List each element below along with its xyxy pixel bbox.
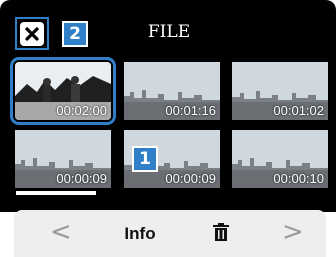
thumbnail-duration: 00:00:10 <box>273 171 324 186</box>
thumbnail-duration: 00:01:16 <box>165 103 216 118</box>
thumbnail-item[interactable]: 00:02:00 <box>10 57 116 125</box>
close-icon <box>20 21 44 46</box>
callout-badge-2: 2 <box>62 21 88 47</box>
thumbnail-item[interactable]: 00:01:16 <box>124 62 220 120</box>
close-button[interactable] <box>15 17 49 50</box>
trash-icon[interactable] <box>212 222 230 242</box>
info-button[interactable]: Info <box>118 224 162 244</box>
scroll-indicator[interactable] <box>16 191 96 195</box>
thumbnail-duration: 00:00:09 <box>165 171 216 186</box>
bottom-toolbar: < Info > <box>14 210 326 257</box>
thumbnail-duration: 00:02:00 <box>56 103 107 118</box>
thumbnail-grid: 00:02:00 00:01:16 00:01:02 00:00:09 00:0… <box>0 57 336 212</box>
thumbnail-duration: 00:00:09 <box>56 171 107 186</box>
thumbnail-item[interactable]: 00:00:10 <box>232 130 328 188</box>
thumbnail-duration: 00:01:02 <box>273 103 324 118</box>
chevron-right-icon[interactable]: > <box>282 217 304 247</box>
thumbnail-item[interactable]: 00:01:02 <box>232 62 328 120</box>
top-bar: 2 FILE <box>0 0 336 62</box>
file-browser-screen: 2 FILE 00:02:00 00:01:16 00:01:02 00:00:… <box>0 0 336 257</box>
page-title: FILE <box>147 22 191 42</box>
callout-badge-1: 1 <box>132 146 158 172</box>
thumbnail-item[interactable]: 00:00:09 <box>15 130 111 188</box>
chevron-left-icon[interactable]: < <box>50 217 72 247</box>
